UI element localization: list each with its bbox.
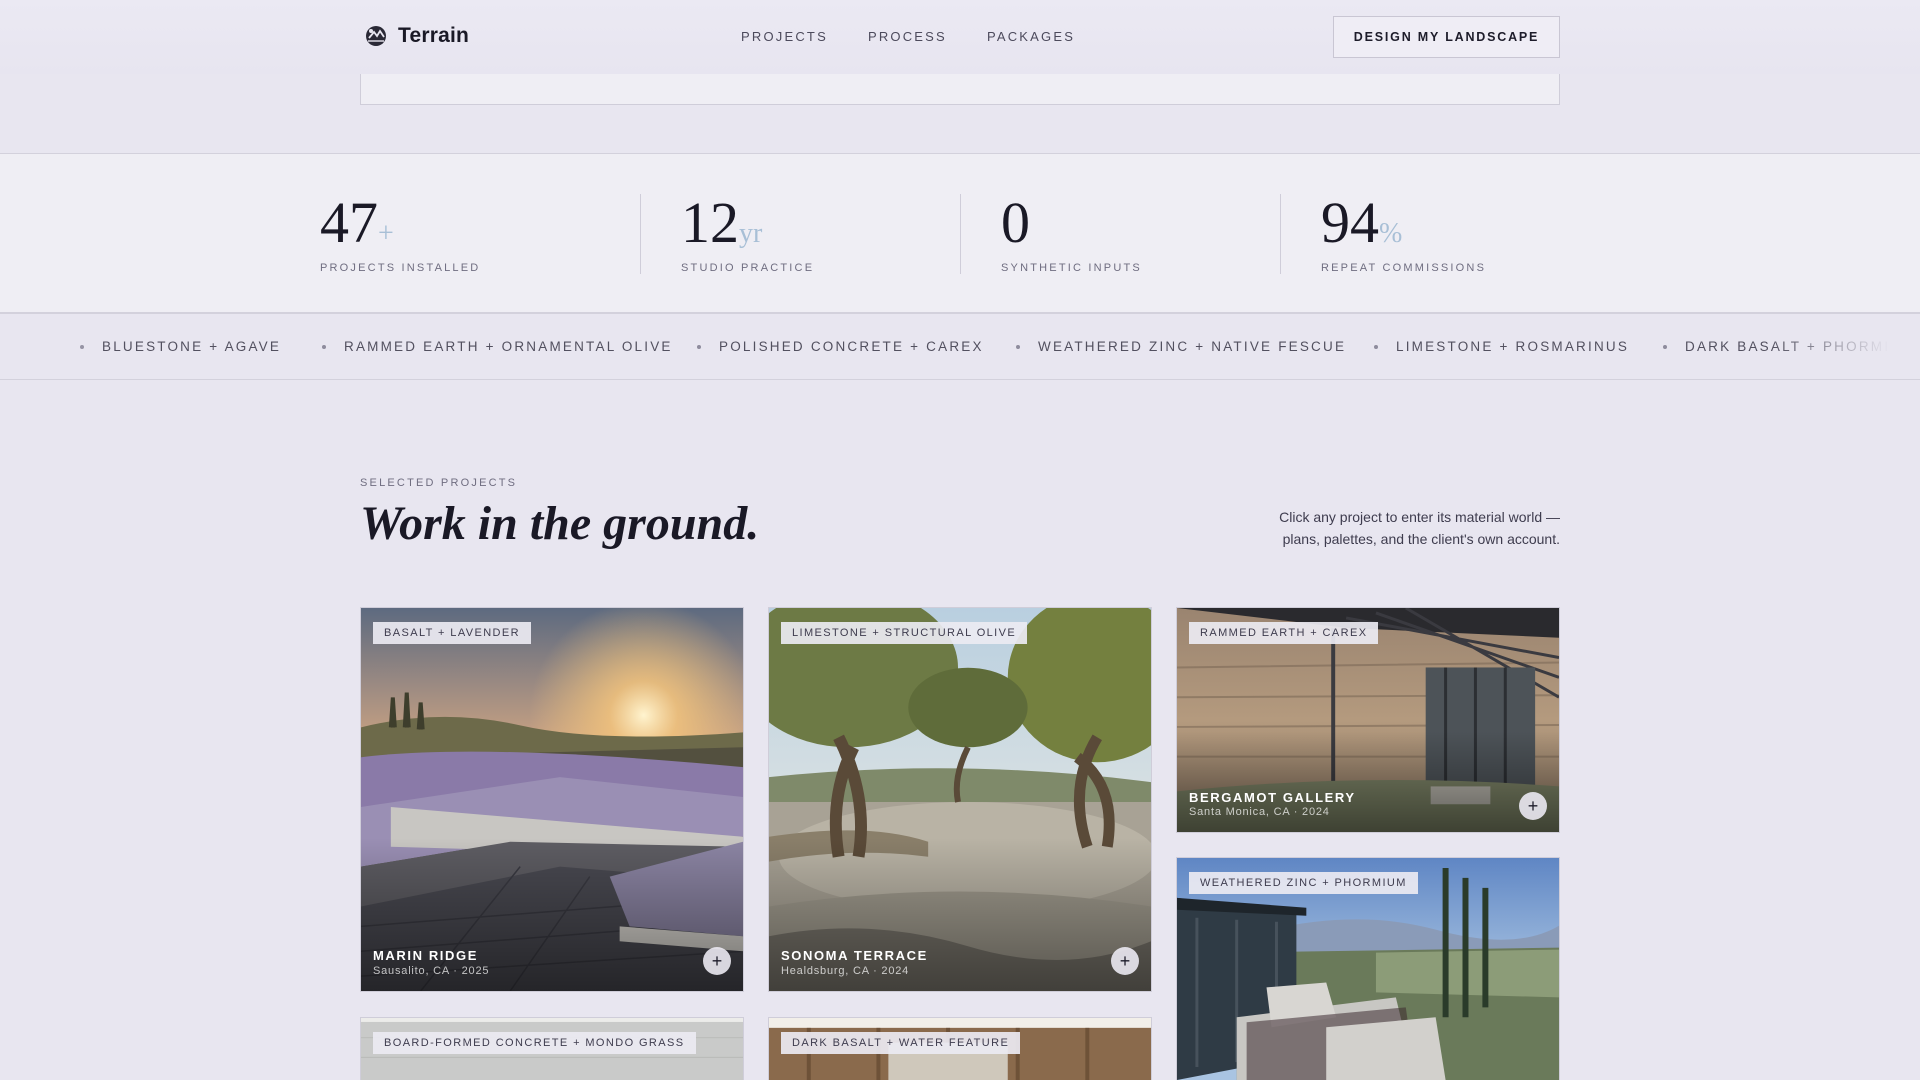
brand-name: Terrain: [398, 24, 470, 47]
marquee-item: RAMMED EARTH + ORNAMENTAL OLIVE: [322, 339, 673, 354]
bullet-dot-icon: [697, 344, 701, 349]
design-my-landscape-button[interactable]: DESIGN MY LANDSCAPE: [1333, 16, 1560, 58]
stat-projects-installed: 47+ PROJECTS INSTALLED: [320, 194, 481, 275]
section-headline: Work in the ground.: [360, 497, 760, 550]
bullet-dot-icon: [1663, 344, 1667, 349]
bullet-dot-icon: [1016, 344, 1020, 349]
nav-link-projects[interactable]: PROJECTS: [741, 29, 828, 44]
material-tag: WEATHERED ZINC + PHORMIUM: [1189, 872, 1418, 894]
material-tag: RAMMED EARTH + CAREX: [1189, 622, 1379, 644]
section-kicker: SELECTED PROJECTS: [360, 477, 518, 489]
stat-label: SYNTHETIC INPUTS: [1001, 262, 1142, 274]
hero-bottom-edge: [360, 74, 1560, 105]
stat-label: REPEAT COMMISSIONS: [1321, 262, 1487, 274]
project-location: Santa Monica, CA · 2024: [1189, 806, 1330, 818]
stat-repeat-commissions: 94% REPEAT COMMISSIONS: [1321, 194, 1487, 275]
project-title: SONOMA TERRACE: [781, 948, 928, 963]
materials-marquee: BLUESTONE + AGAVE RAMMED EARTH + ORNAMEN…: [0, 314, 1920, 380]
project-card-marin-ridge[interactable]: BASALT + LAVENDER MARIN RIDGE Sausalito,…: [360, 607, 744, 992]
stat-label: PROJECTS INSTALLED: [320, 262, 481, 274]
project-card-board-formed-concrete[interactable]: BOARD-FORMED CONCRETE + MONDO GRASS: [360, 1017, 744, 1080]
project-card-dark-basalt[interactable]: DARK BASALT + WATER FEATURE: [768, 1017, 1152, 1080]
marquee-fade-right: [1770, 314, 1920, 379]
stat-value: 94: [1321, 190, 1379, 255]
project-title: BERGAMOT GALLERY: [1189, 790, 1356, 805]
stat-label: STUDIO PRACTICE: [681, 262, 815, 274]
project-photo: [769, 608, 1151, 991]
project-card-sonoma-terrace[interactable]: LIMESTONE + STRUCTURAL OLIVE SONOMA TERR…: [768, 607, 1152, 992]
logo-mark-icon: [366, 26, 386, 46]
bullet-dot-icon: [1374, 344, 1378, 349]
stat-synthetic-inputs: 0 SYNTHETIC INPUTS: [1001, 194, 1142, 275]
stat-divider: [640, 194, 641, 274]
nav-link-process[interactable]: PROCESS: [868, 29, 947, 44]
bullet-dot-icon: [322, 344, 326, 349]
stat-value: 0: [1001, 190, 1030, 255]
nav-link-packages[interactable]: PACKAGES: [987, 29, 1075, 44]
project-card-bergamot-gallery[interactable]: RAMMED EARTH + CAREX BERGAMOT GALLERY Sa…: [1176, 607, 1560, 833]
marquee-item: BLUESTONE + AGAVE: [80, 339, 281, 354]
expand-plus-icon[interactable]: +: [1111, 947, 1139, 975]
material-tag: BASALT + LAVENDER: [373, 622, 531, 644]
stat-suffix: %: [1379, 218, 1403, 249]
brand-logo[interactable]: Terrain: [364, 24, 469, 48]
nav-links: PROJECTS PROCESS PACKAGES: [741, 29, 1075, 44]
stat-divider: [960, 194, 961, 274]
expand-plus-icon[interactable]: +: [1519, 792, 1547, 820]
stat-value: 12: [681, 190, 739, 255]
stat-studio-practice: 12yr STUDIO PRACTICE: [681, 194, 815, 275]
project-location: Healdsburg, CA · 2024: [781, 965, 910, 977]
top-nav: Terrain PROJECTS PROCESS PACKAGES DESIGN…: [0, 0, 1920, 74]
stat-divider: [1280, 194, 1281, 274]
project-photo: [361, 608, 743, 991]
material-tag: BOARD-FORMED CONCRETE + MONDO GRASS: [373, 1032, 696, 1054]
stat-suffix: yr: [739, 218, 763, 249]
section-blurb: Click any project to enter its material …: [1279, 509, 1560, 547]
stats-band: 47+ PROJECTS INSTALLED 12yr STUDIO PRACT…: [0, 153, 1920, 314]
project-card-weathered-zinc[interactable]: WEATHERED ZINC + PHORMIUM: [1176, 857, 1560, 1080]
marquee-item: WEATHERED ZINC + NATIVE FESCUE: [1016, 339, 1346, 354]
stat-suffix: +: [378, 218, 394, 249]
marquee-item: POLISHED CONCRETE + CAREX: [697, 339, 984, 354]
expand-plus-icon[interactable]: +: [703, 947, 731, 975]
material-tag: DARK BASALT + WATER FEATURE: [781, 1032, 1021, 1054]
project-location: Sausalito, CA · 2025: [373, 965, 490, 977]
stat-value: 47: [320, 190, 378, 255]
marquee-item: LIMESTONE + ROSMARINUS: [1374, 339, 1629, 354]
project-title: MARIN RIDGE: [373, 948, 478, 963]
marquee-fade-left: [0, 314, 90, 379]
material-tag: LIMESTONE + STRUCTURAL OLIVE: [781, 622, 1028, 644]
